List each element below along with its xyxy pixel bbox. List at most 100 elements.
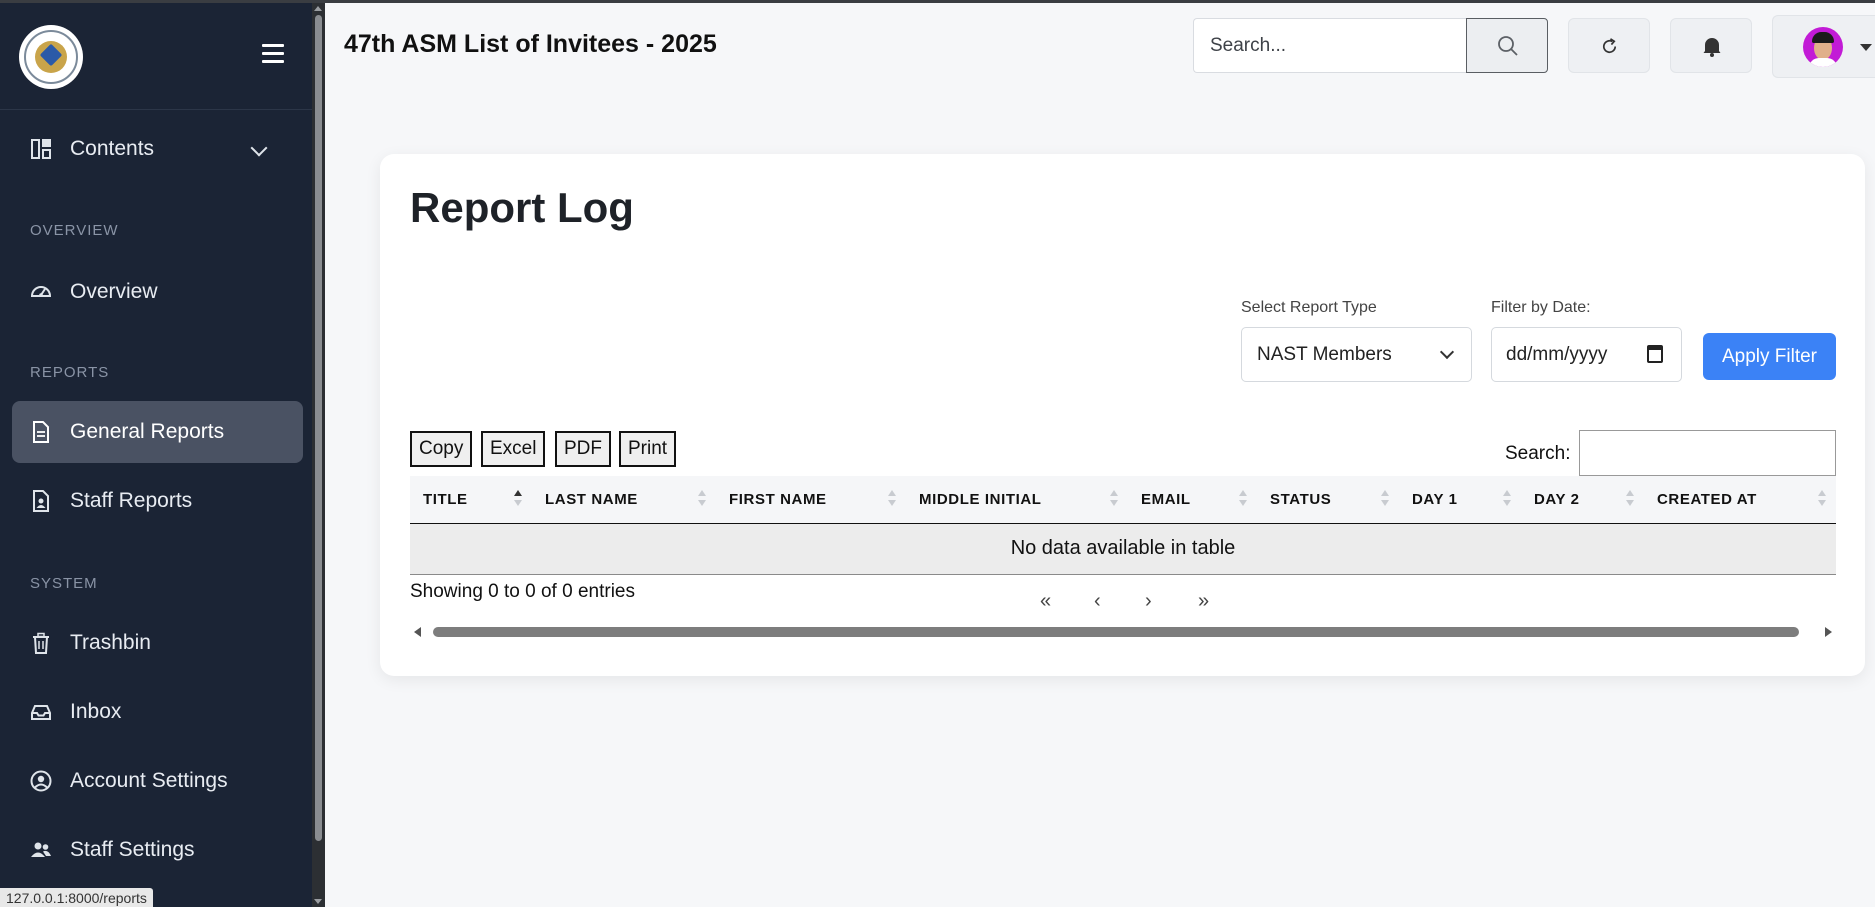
sort-icon — [1626, 490, 1634, 508]
sidebar-item-overview[interactable]: Overview — [12, 261, 303, 323]
table-search-label: Search: — [1505, 443, 1571, 464]
sort-icon — [1110, 490, 1118, 508]
column-header-day-2[interactable]: DAY 2 — [1521, 476, 1644, 524]
dashboard-icon — [31, 139, 51, 159]
column-header-label: DAY 2 — [1534, 490, 1580, 508]
copy-button[interactable]: Copy — [410, 431, 473, 467]
calendar-icon[interactable] — [1647, 345, 1663, 363]
scroll-down-arrow-icon[interactable] — [314, 899, 322, 904]
refresh-button[interactable] — [1568, 18, 1650, 73]
scrollbar-thumb[interactable] — [315, 15, 322, 841]
table-horizontal-scrollbar[interactable] — [410, 624, 1836, 640]
status-bar-url: 127.0.0.1:8000/reports — [0, 888, 153, 907]
column-header-status[interactable]: STATUS — [1257, 476, 1399, 524]
report-type-value: NAST Members — [1257, 344, 1392, 365]
sidebar: Contents OVERVIEW Overview REPORTS Gener… — [0, 3, 312, 907]
pagination-previous[interactable]: ‹ — [1094, 590, 1101, 613]
excel-button[interactable]: Excel — [481, 431, 546, 467]
sidebar-item-staff-settings[interactable]: Staff Settings — [12, 819, 303, 881]
scroll-right-arrow-icon[interactable] — [1825, 627, 1832, 637]
column-header-label: CREATED AT — [1657, 490, 1757, 508]
sort-icon — [1818, 490, 1826, 508]
apply-filter-button[interactable]: Apply Filter — [1703, 333, 1836, 380]
pagination-first[interactable]: « — [1040, 590, 1051, 613]
print-button[interactable]: Print — [619, 431, 677, 467]
date-filter-value: dd/mm/yyyy — [1506, 344, 1608, 365]
speedometer-icon — [30, 286, 52, 297]
organization-logo — [19, 25, 83, 89]
column-header-label: DAY 1 — [1412, 490, 1458, 508]
document-icon — [33, 421, 49, 443]
column-header-label: EMAIL — [1141, 490, 1191, 508]
notifications-button[interactable] — [1670, 18, 1752, 73]
sidebar-divider — [0, 109, 312, 110]
avatar — [1803, 27, 1843, 67]
column-header-title[interactable]: TITLE — [410, 476, 532, 524]
scroll-left-arrow-icon[interactable] — [414, 627, 421, 637]
sort-icon — [1239, 490, 1247, 508]
column-header-first-name[interactable]: FIRST NAME — [716, 476, 906, 524]
person-document-icon — [33, 490, 49, 512]
column-header-email[interactable]: EMAIL — [1128, 476, 1257, 524]
users-icon — [31, 842, 51, 857]
pdf-button[interactable]: PDF — [555, 431, 611, 467]
sidebar-item-general-reports[interactable]: General Reports — [12, 401, 303, 463]
report-table: TITLE LAST NAME FIRST NAME MIDDLE INITIA… — [410, 476, 1836, 575]
sidebar-scrollbar[interactable] — [312, 3, 325, 907]
header-search-button[interactable] — [1466, 18, 1548, 73]
sidebar-section-reports: REPORTS — [30, 364, 110, 381]
sidebar-item-label: Staff Settings — [70, 838, 195, 861]
column-header-label: STATUS — [1270, 490, 1332, 508]
table-info-text: Showing 0 to 0 of 0 entries — [410, 581, 635, 602]
column-header-label: FIRST NAME — [729, 490, 827, 508]
sort-icon — [1381, 490, 1389, 508]
report-type-label: Select Report Type — [1241, 299, 1377, 316]
sidebar-item-contents[interactable]: Contents — [12, 118, 303, 180]
sidebar-item-inbox[interactable]: Inbox — [12, 681, 303, 743]
sidebar-item-label: General Reports — [70, 420, 225, 443]
trash-icon — [33, 632, 49, 654]
sort-icon — [1503, 490, 1511, 508]
profile-menu-button[interactable] — [1772, 15, 1875, 78]
sidebar-item-trashbin[interactable]: Trashbin — [12, 612, 303, 674]
column-header-label: LAST NAME — [545, 490, 638, 508]
header-search-input[interactable] — [1193, 18, 1467, 73]
refresh-icon — [1602, 38, 1617, 53]
sidebar-item-staff-reports[interactable]: Staff Reports — [12, 470, 303, 532]
user-circle-icon — [30, 770, 52, 792]
card-title: Report Log — [410, 184, 634, 231]
date-filter-label: Filter by Date: — [1491, 299, 1591, 316]
sort-icon — [888, 490, 896, 508]
sidebar-item-label: Overview — [70, 280, 158, 303]
table-row: No data available in table — [410, 523, 1836, 575]
column-header-last-name[interactable]: LAST NAME — [532, 476, 716, 524]
sidebar-section-system: SYSTEM — [30, 575, 98, 592]
pagination-last[interactable]: » — [1198, 590, 1209, 613]
sidebar-item-label: Contents — [70, 137, 155, 160]
chevron-down-icon — [250, 139, 268, 157]
caret-down-icon — [1860, 44, 1872, 51]
sort-icon — [698, 490, 706, 508]
sidebar-item-label: Inbox — [70, 700, 122, 723]
search-icon — [1498, 36, 1518, 56]
empty-table-message: No data available in table — [410, 523, 1836, 575]
column-header-created-at[interactable]: CREATED AT — [1644, 476, 1836, 524]
sidebar-item-label: Account Settings — [70, 769, 228, 792]
table-search-input[interactable] — [1579, 430, 1836, 476]
column-header-day-1[interactable]: DAY 1 — [1399, 476, 1521, 524]
report-type-select[interactable]: NAST Members — [1241, 327, 1472, 382]
scrollbar-thumb[interactable] — [433, 627, 1799, 637]
date-filter-input[interactable]: dd/mm/yyyy — [1491, 327, 1682, 382]
sidebar-item-label: Trashbin — [70, 631, 151, 654]
column-header-middle-initial[interactable]: MIDDLE INITIAL — [906, 476, 1128, 524]
page-title: 47th ASM List of Invitees - 2025 — [344, 30, 717, 58]
column-header-label: MIDDLE INITIAL — [919, 490, 1042, 508]
scroll-up-arrow-icon[interactable] — [314, 6, 322, 11]
pagination-next[interactable]: › — [1145, 590, 1152, 613]
column-header-label: TITLE — [423, 490, 468, 508]
inbox-icon — [31, 705, 51, 720]
menu-toggle-icon[interactable] — [262, 44, 284, 63]
sidebar-item-account-settings[interactable]: Account Settings — [12, 750, 303, 812]
table-header-row: TITLE LAST NAME FIRST NAME MIDDLE INITIA… — [410, 476, 1836, 524]
sort-icon — [514, 490, 522, 508]
